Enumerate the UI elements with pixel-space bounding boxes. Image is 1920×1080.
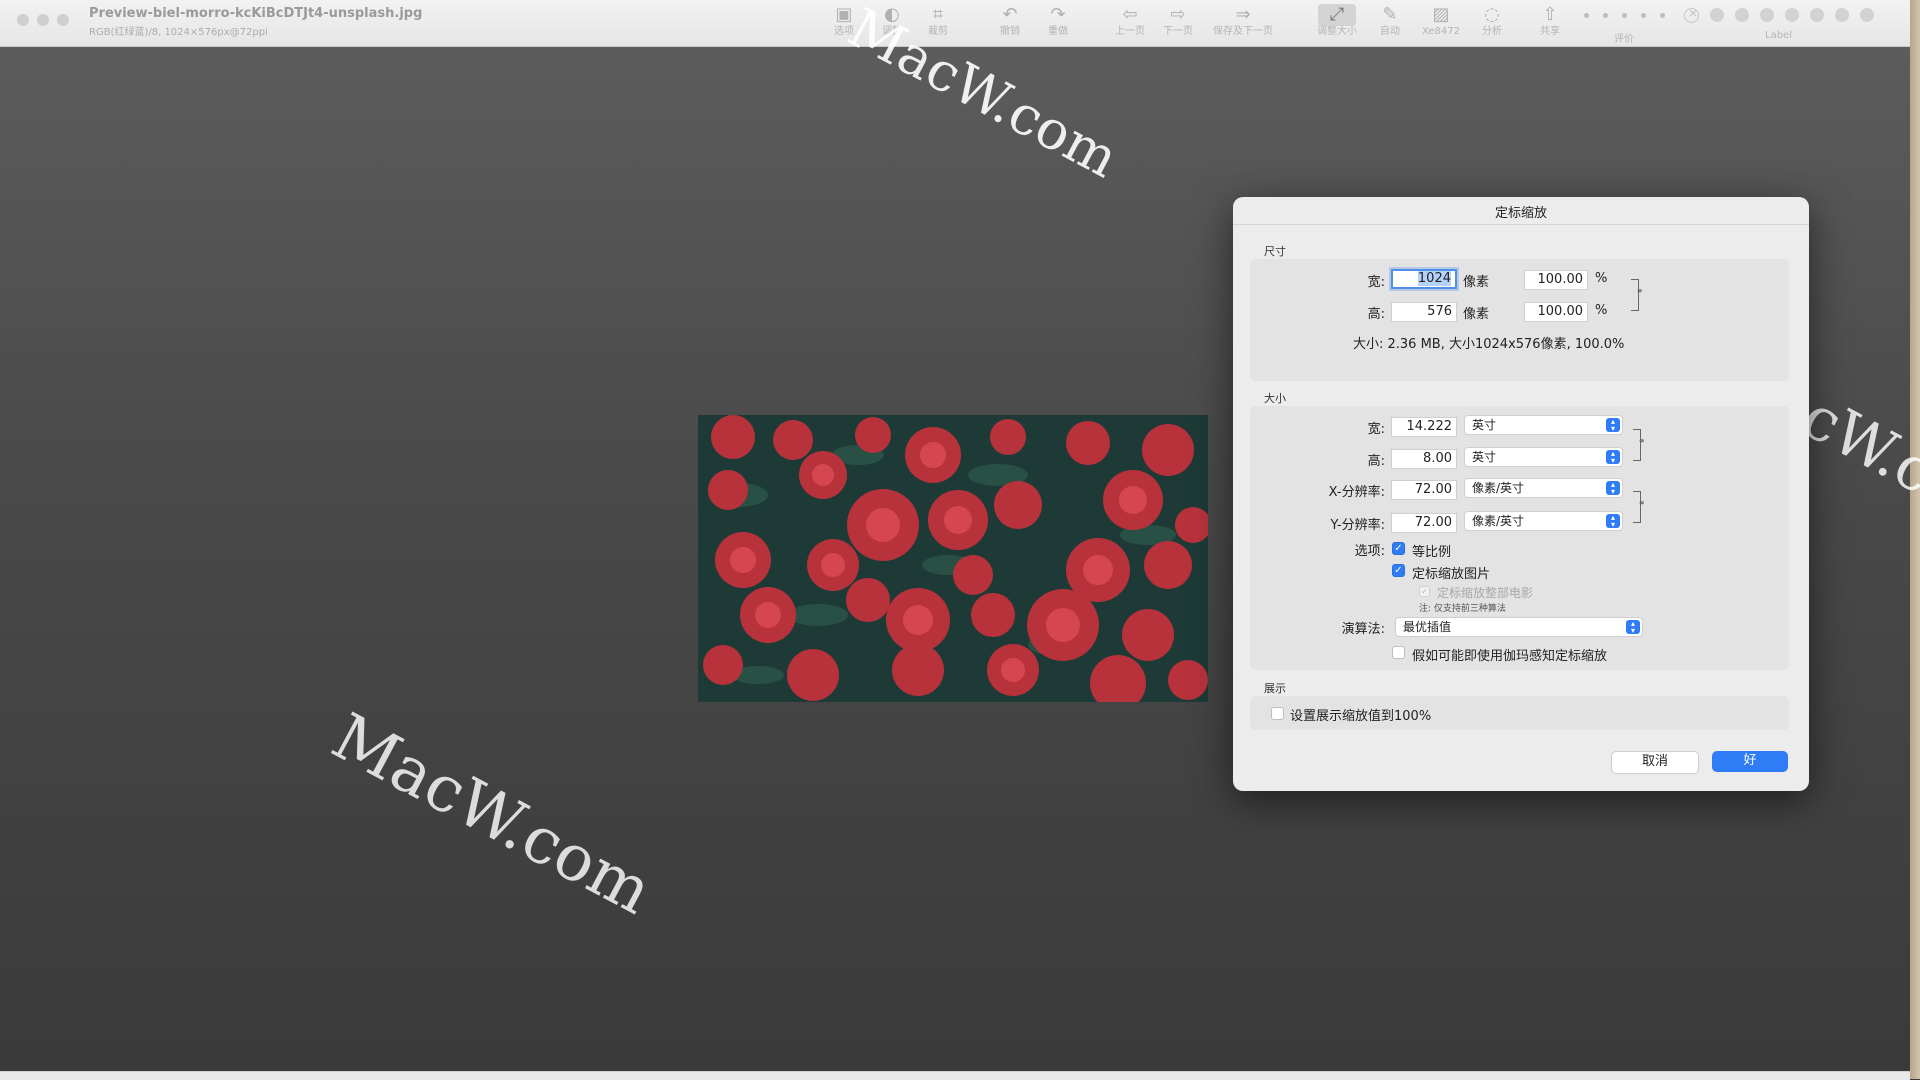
width-percent-input[interactable]: 100.00 (1524, 270, 1588, 290)
color-label[interactable] (1760, 8, 1774, 22)
height-px-input[interactable]: 576 (1391, 302, 1457, 322)
magic-wand-icon: ✎ (1382, 4, 1398, 25)
lightbulb-icon: ◌ (1484, 4, 1500, 25)
px-unit: 像素 (1463, 307, 1490, 322)
resize-icon: ⤢ (1318, 4, 1356, 26)
chain-link-icon[interactable]: ⚭ (1636, 287, 1644, 297)
rating-dot[interactable] (1584, 13, 1589, 18)
width-unit-select[interactable]: 英寸 ▴ ▾ (1464, 415, 1623, 435)
window-edge (1910, 0, 1920, 1079)
close-window-button[interactable] (17, 14, 29, 26)
chevron-updown-icon: ▴ ▾ (1606, 450, 1620, 465)
arrow-left-icon: ⇦ (1122, 4, 1138, 25)
chevron-updown-icon: ▴ ▾ (1626, 620, 1640, 635)
color-label[interactable] (1860, 8, 1874, 22)
rating-dot[interactable] (1622, 13, 1627, 18)
divider (1233, 224, 1809, 225)
chain-link-icon[interactable]: ⚭ (1638, 499, 1646, 509)
dialog-title: 定标缩放 (1494, 206, 1547, 221)
gamma-label: 假如可能即使用伽玛感知定标缩放 (1412, 649, 1608, 664)
display-100-checkbox[interactable] (1271, 707, 1284, 720)
xres-unit-select[interactable]: 像素/英寸 ▴ ▾ (1464, 478, 1623, 498)
options-label: 选项: (1354, 544, 1385, 559)
resize-button[interactable]: ⤢ 调整大小 (1312, 4, 1362, 42)
label-caption: Label (1765, 30, 1792, 41)
rating-label: 评价 (1614, 34, 1634, 45)
scale-image-label: 定标缩放图片 (1412, 567, 1491, 582)
document-subtitle: RGB(红绿蓝)/8, 1024×576px@72ppi (89, 27, 268, 38)
analyze-button[interactable]: ◌ 分析 (1474, 4, 1510, 42)
size-height-input[interactable]: 8.00 (1391, 449, 1457, 469)
arrow-right-icon: ⇨ (1170, 4, 1186, 25)
gamma-checkbox[interactable] (1392, 646, 1405, 659)
redo-button[interactable]: ↷ 重做 (1040, 4, 1076, 42)
color-label[interactable] (1785, 8, 1799, 22)
size-caption: 大小 (1264, 392, 1286, 405)
yres-unit-select[interactable]: 像素/英寸 ▴ ▾ (1464, 511, 1623, 531)
chevron-updown-icon: ▴ ▾ (1606, 514, 1620, 529)
color-label[interactable] (1835, 8, 1849, 22)
toolbar: Preview-biel-morro-kcKiBcDTJt4-unsplash.… (0, 0, 1910, 47)
xres-input[interactable]: 72.00 (1391, 480, 1457, 500)
prev-page-button[interactable]: ⇦ 上一页 (1108, 4, 1152, 42)
percent-unit: % (1595, 271, 1608, 286)
share-icon: ⇧ (1542, 4, 1558, 25)
width-px-input[interactable]: 1024 (1391, 269, 1457, 289)
scale-movie-label: 定标缩放整部电影 (1437, 586, 1534, 600)
xres-label: X-分辨率: (1328, 485, 1385, 500)
ok-button[interactable]: 好 (1712, 751, 1788, 772)
dimensions-caption: 尺寸 (1264, 245, 1286, 258)
cancel-button[interactable]: 取消 (1611, 751, 1699, 774)
share-button[interactable]: ⇧ 共享 (1532, 4, 1568, 42)
proportional-label: 等比例 (1412, 545, 1452, 560)
rating-dot[interactable] (1603, 13, 1608, 18)
next-page-button[interactable]: ⇨ 下一页 (1156, 4, 1200, 42)
crop-icon: ⌗ (932, 4, 944, 25)
scale-dialog: 定标缩放 尺寸 宽: 1024 像素 100.00 % 高: 576 像素 10… (1233, 197, 1809, 791)
proportional-checkbox[interactable]: ✓ (1392, 542, 1405, 555)
percent-unit: % (1595, 303, 1608, 318)
yres-label: Y-分辨率: (1330, 518, 1385, 533)
clear-label-icon[interactable] (1684, 6, 1699, 23)
xe-button[interactable]: ▨ Xe8472 (1416, 4, 1466, 42)
scale-image-checkbox[interactable]: ✓ (1392, 564, 1405, 577)
auto-button[interactable]: ✎ 自动 (1372, 4, 1408, 42)
size-width-input[interactable]: 14.222 (1391, 417, 1457, 437)
undo-icon: ↶ (1002, 4, 1018, 25)
width-label: 宽: (1367, 275, 1385, 290)
minimize-window-button[interactable] (37, 14, 49, 26)
zoom-window-button[interactable] (57, 14, 69, 26)
height-label: 高: (1367, 307, 1385, 322)
size-height-label: 高: (1367, 454, 1385, 469)
rose-photo (698, 415, 1208, 702)
redo-icon: ↷ (1050, 4, 1066, 25)
undo-button[interactable]: ↶ 撤销 (992, 4, 1028, 42)
px-unit: 像素 (1463, 275, 1490, 290)
yres-input[interactable]: 72.00 (1391, 513, 1457, 533)
height-percent-input[interactable]: 100.00 (1524, 302, 1588, 322)
algorithm-note: 注: 仅支持前三种算法 (1419, 604, 1506, 614)
color-label[interactable] (1710, 8, 1724, 22)
size-width-label: 宽: (1367, 422, 1385, 437)
save-next-button[interactable]: ⇒ 保存及下一页 (1208, 4, 1278, 42)
algorithm-select[interactable]: 最优插值 ▴ ▾ (1395, 617, 1643, 637)
document-title: Preview-biel-morro-kcKiBcDTJt4-unsplash.… (89, 6, 423, 21)
rating-dot[interactable] (1641, 13, 1646, 18)
display-100-label: 设置展示缩放值到100% (1290, 709, 1432, 724)
chevron-updown-icon: ▴ ▾ (1606, 481, 1620, 496)
save-next-icon: ⇒ (1235, 4, 1251, 25)
chevron-updown-icon: ▴ ▾ (1606, 418, 1620, 433)
display-caption: 展示 (1264, 682, 1286, 695)
height-unit-select[interactable]: 英寸 ▴ ▾ (1464, 447, 1623, 467)
image-icon: ▨ (1432, 4, 1450, 25)
size-info-text: 大小: 2.36 MB, 大小1024x576像素, 100.0% (1353, 337, 1625, 352)
algorithm-label: 演算法: (1341, 622, 1385, 637)
scale-movie-checkbox[interactable]: ✓ (1419, 586, 1430, 597)
chain-link-icon[interactable]: ⚭ (1638, 437, 1646, 447)
rating-dot[interactable] (1660, 13, 1665, 18)
color-label[interactable] (1735, 8, 1749, 22)
color-label[interactable] (1810, 8, 1824, 22)
